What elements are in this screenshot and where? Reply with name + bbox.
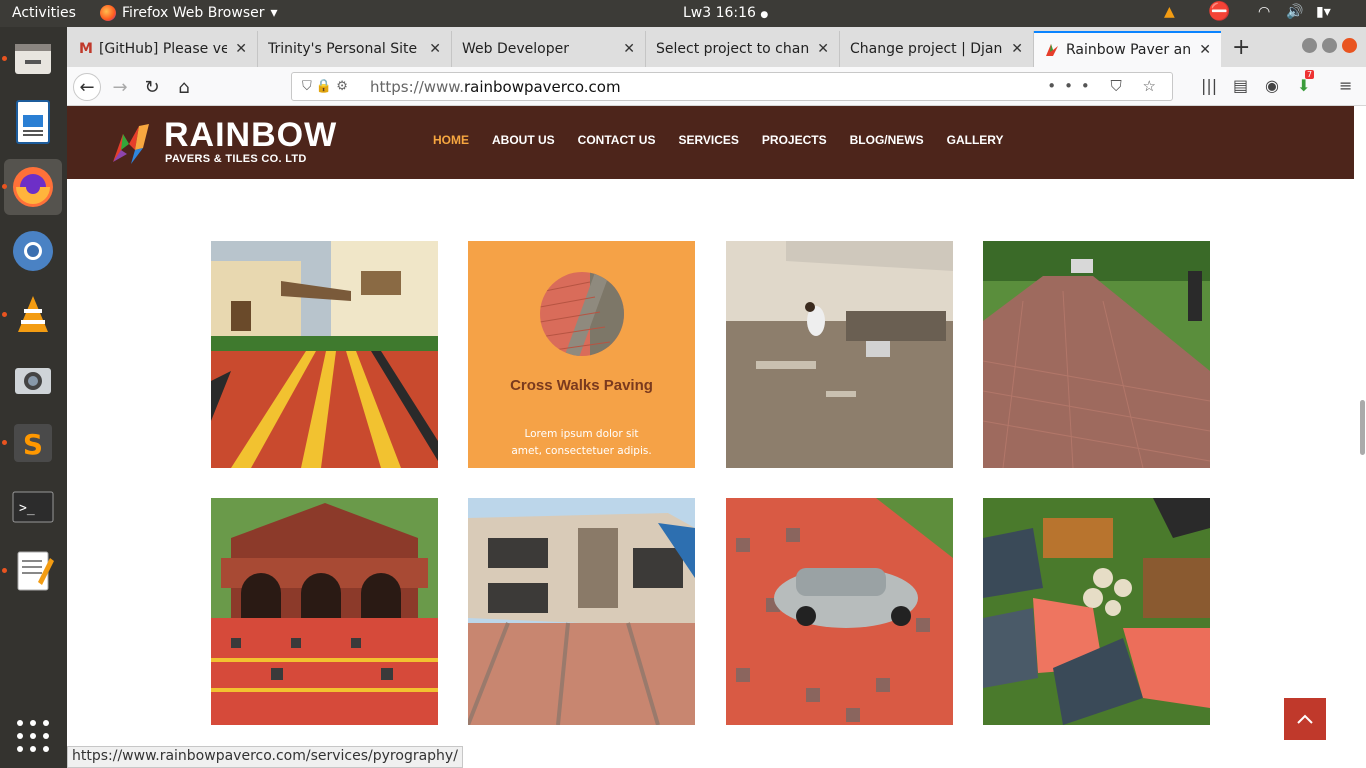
feature-image [540, 272, 624, 356]
gallery-image-worker-paving[interactable] [726, 241, 953, 468]
account-icon[interactable]: ◉ [1265, 76, 1279, 95]
battery-icon[interactable]: ▮▾ [1316, 4, 1331, 24]
camera-icon[interactable] [4, 351, 62, 407]
library-icon[interactable]: ||| [1201, 76, 1217, 95]
close-icon[interactable]: ✕ [623, 41, 635, 57]
feature-title: Cross Walks Paving [510, 377, 653, 394]
tab-rainbow-paver[interactable]: Rainbow Paver and T ✕ [1034, 31, 1221, 67]
main-menu: HOME ABOUT US CONTACT US SERVICES PROJEC… [433, 133, 1027, 147]
back-button[interactable]: ← [73, 73, 101, 101]
reload-button[interactable]: ↻ [138, 73, 166, 101]
sidebar-icon[interactable]: ▤ [1233, 76, 1248, 95]
gallery-image-garden-path[interactable] [983, 498, 1210, 725]
forward-button[interactable]: → [106, 73, 134, 101]
menu-icon[interactable]: ≡ [1339, 76, 1352, 95]
close-icon[interactable]: ✕ [429, 41, 441, 57]
menu-services[interactable]: SERVICES [678, 133, 738, 147]
wifi-icon[interactable]: ◠ [1258, 4, 1270, 24]
url-text[interactable]: https://www.rainbowpaverco.com [370, 78, 621, 96]
status-bar-url: https://www.rainbowpaverco.com/services/… [67, 746, 463, 768]
app-menu[interactable]: Firefox Web Browser ▾ [100, 5, 278, 21]
close-icon[interactable]: ✕ [817, 41, 829, 57]
svg-text:S: S [23, 428, 43, 461]
maximize-button[interactable] [1322, 38, 1337, 53]
minimize-button[interactable] [1302, 38, 1317, 53]
volume-icon[interactable]: 🔊 [1286, 4, 1303, 24]
vlc-icon[interactable] [4, 287, 62, 343]
menu-projects[interactable]: PROJECTS [762, 133, 827, 147]
vlc-tray-icon[interactable]: ▲ [1164, 4, 1175, 24]
tab-web-developer[interactable]: Web Developer ✕ [452, 31, 646, 67]
menu-blog-news[interactable]: BLOG/NEWS [850, 133, 924, 147]
no-entry-icon[interactable]: ⛔ [1208, 1, 1230, 22]
close-icon[interactable]: ✕ [1199, 42, 1211, 58]
gallery-image-colonial-house[interactable] [211, 498, 438, 725]
app-menu-label: Firefox Web Browser [122, 5, 265, 21]
gallery-image-car-driveway[interactable] [726, 498, 953, 725]
menu-gallery[interactable]: GALLERY [947, 133, 1004, 147]
logo-subtitle: PAVERS & TILES CO. LTD [165, 153, 307, 165]
sublime-text-icon[interactable]: S [4, 415, 62, 471]
navigation-bar: ← → ↻ ⌂ ⛉ 🔒 ⚙ https://www.rainbowpaverco… [67, 67, 1366, 106]
close-window-button[interactable] [1342, 38, 1357, 53]
close-icon[interactable]: ✕ [235, 41, 247, 57]
files-icon[interactable] [4, 30, 62, 86]
gallery-image-driveway-building[interactable] [211, 241, 438, 468]
system-top-bar: Activities Firefox Web Browser ▾ Lw3 16:… [0, 0, 1366, 27]
svg-text:>_: >_ [19, 501, 35, 516]
gmail-icon: M [79, 41, 93, 57]
feature-description: Lorem ipsum dolor sit amet, consectetuer… [511, 428, 652, 457]
rainbow-logo-icon[interactable] [109, 120, 155, 166]
chromium-icon[interactable] [4, 223, 62, 279]
tab-bar: M [GitHub] Please verif ✕ Trinity's Pers… [67, 27, 1366, 67]
site-header: RAINBOW PAVERS & TILES CO. LTD HOME ABOU… [67, 106, 1354, 179]
firefox-dock-icon[interactable] [4, 159, 62, 215]
tab-trinity[interactable]: Trinity's Personal Site ✕ [258, 31, 452, 67]
home-icon[interactable]: ⌂ [170, 73, 198, 101]
url-bar[interactable]: ⛉ 🔒 ⚙ https://www.rainbowpaverco.com •••… [291, 72, 1173, 101]
chevron-up-icon [1297, 714, 1313, 724]
tab-github[interactable]: M [GitHub] Please verif ✕ [69, 31, 258, 67]
new-tab-button[interactable]: + [1232, 35, 1250, 60]
back-to-top-button[interactable] [1284, 698, 1326, 740]
menu-contact-us[interactable]: CONTACT US [578, 133, 656, 147]
terminal-icon[interactable]: >_ [4, 479, 62, 535]
site-info-icon[interactable]: ⛉ 🔒 ⚙ [292, 79, 370, 94]
writer-icon[interactable] [4, 95, 62, 151]
tab-select-project[interactable]: Select project to chang ✕ [646, 31, 840, 67]
menu-home[interactable]: HOME [433, 133, 469, 147]
close-icon[interactable]: ✕ [1011, 41, 1023, 57]
logo-text[interactable]: RAINBOW [164, 116, 337, 155]
feature-card-cross-walks[interactable]: Cross Walks Paving Lorem ipsum dolor sit… [468, 241, 695, 468]
downloads-icon[interactable]: ⬇ 7 [1297, 70, 1315, 95]
activities-button[interactable]: Activities [12, 5, 76, 21]
page-scrollbar[interactable] [1360, 400, 1365, 455]
chevron-down-icon: ▾ [270, 5, 278, 21]
dock: S >_ [0, 27, 67, 768]
gallery-image-brick-driveway[interactable] [983, 241, 1210, 468]
tab-change-project[interactable]: Change project | Djang ✕ [840, 31, 1034, 67]
rainbow-favicon-icon [1046, 44, 1058, 56]
firefox-icon [100, 5, 116, 21]
page-actions[interactable]: ••• ⛉ ☆ [1047, 77, 1164, 95]
menu-about-us[interactable]: ABOUT US [492, 133, 555, 147]
show-applications-icon[interactable] [17, 720, 49, 752]
clock[interactable]: Lw3 16:16 ● [683, 5, 768, 21]
page-content: Cross Walks Paving Lorem ipsum dolor sit… [67, 179, 1365, 768]
text-editor-icon[interactable] [4, 543, 62, 599]
gallery-image-modern-house[interactable] [468, 498, 695, 725]
